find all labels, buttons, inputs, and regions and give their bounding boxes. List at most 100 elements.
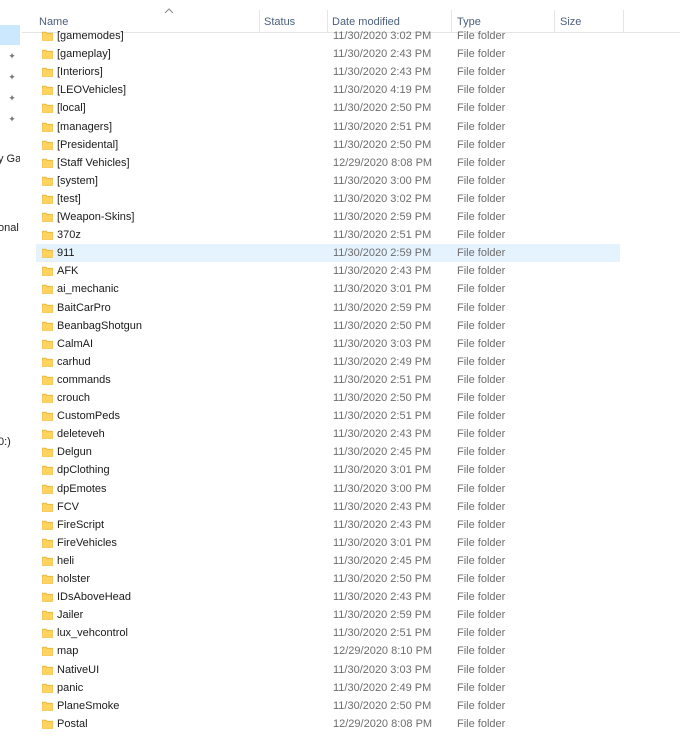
date-modified: 11/30/2020 3:01 PM [333,464,432,477]
date-modified: 11/30/2020 2:59 PM [333,211,432,223]
file-row[interactable]: BeanbagShotgun 11/30/2020 2:50 PM File fol… [36,317,620,335]
file-row[interactable]: FCV 11/30/2020 2:43 PM File folder [36,498,620,516]
pin-icon[interactable]: ✦ [8,93,16,103]
file-type: File folder [457,301,506,314]
date-modified: 11/30/2020 2:43 PM [333,518,432,531]
file-row[interactable]: [system] 11/30/2020 3:00 PM File folder [36,172,620,190]
date-modified: 11/30/2020 2:43 PM [333,591,432,604]
date-modified: 12/29/2020 8:10 PM [333,645,433,658]
file-row[interactable]: FireScript 11/30/2020 2:43 PM File folder [36,516,620,534]
nav-item-gallery[interactable]: y Gall [0,153,20,165]
file-row[interactable]: Postal 12/29/2020 8:08 PM File folder [36,715,620,733]
file-row[interactable]: AFK 11/30/2020 2:43 PM File folder [36,262,620,280]
file-row[interactable]: CustomPeds 11/30/2020 2:51 PM File folder [36,407,620,425]
file-row[interactable]: BaitCarPro 11/30/2020 2:59 PM File folder [36,299,620,317]
nav-selected-item[interactable] [0,25,20,45]
file-name: [system] [57,174,98,187]
file-type: File folder [457,699,506,712]
file-row[interactable]: Delgun 11/30/2020 2:45 PM File folder [36,443,620,461]
date-modified: 11/30/2020 3:03 PM [333,337,432,350]
file-row[interactable]: holster 11/30/2020 2:50 PM File folder [36,570,620,588]
file-row[interactable]: lux_vehcontrol 11/30/2020 2:51 PM File fol… [36,624,620,642]
file-type: File folder [457,84,506,97]
pin-icon[interactable]: ✦ [8,114,16,124]
date-modified: 11/30/2020 2:59 PM [333,247,432,260]
nav-item-drive[interactable]: 0:) [0,436,11,448]
folder-icon [42,610,53,621]
navigation-pane[interactable]: ✦ ✦ ✦ ✦ y Gall onal 0:) [0,0,21,748]
file-row[interactable]: carhud 11/30/2020 2:49 PM File folder [36,353,620,371]
date-modified: 11/30/2020 2:43 PM [333,500,432,513]
folder-icon [42,248,53,259]
folder-icon [42,321,53,331]
file-name: dpEmotes [57,482,107,495]
file-row[interactable]: 370z 11/30/2020 2:51 PM File folder [36,226,620,244]
file-row[interactable]: heli 11/30/2020 2:45 PM File folder [36,552,620,570]
file-type: File folder [457,681,506,694]
file-type: File folder [457,66,506,79]
folder-icon [42,484,53,494]
file-row[interactable]: 911 11/30/2020 2:59 PM File folder [36,244,620,263]
file-row[interactable]: [Staff Vehicles] 12/29/2020 8:08 PM File f… [36,154,620,172]
file-row[interactable]: PlaneSmoke 11/30/2020 2:50 PM File folder [36,697,620,715]
file-type: File folder [457,518,506,531]
folder-icon [42,266,53,277]
date-modified: 11/30/2020 2:51 PM [333,229,432,242]
file-row[interactable]: Jailer 11/30/2020 2:59 PM File folder [36,606,620,624]
file-row[interactable]: IDsAboveHead 11/30/2020 2:43 PM File folde… [36,588,620,606]
file-row[interactable]: NativeUI 11/30/2020 3:03 PM File folder [36,661,620,679]
file-row[interactable]: [test] 11/30/2020 3:02 PM File folder [36,190,620,208]
file-name: 911 [57,247,75,260]
file-row[interactable]: [gameplay] 11/30/2020 2:43 PM File folder [36,45,620,63]
file-row[interactable]: [local] 11/30/2020 2:50 PM File folder [36,99,620,117]
file-row[interactable]: [Presidental] 11/30/2020 2:50 PM File fold… [36,136,620,154]
pin-icon[interactable]: ✦ [8,72,16,82]
folder-icon [42,465,53,476]
date-modified: 11/30/2020 4:19 PM [333,84,432,97]
file-row[interactable]: panic 11/30/2020 2:49 PM File folder [36,679,620,697]
file-row[interactable]: deleteveh 11/30/2020 2:43 PM File folder [36,425,620,443]
file-row[interactable]: [LEOVehicles] 11/30/2020 4:19 PM File fold… [36,81,620,99]
folder-icon [42,574,53,584]
file-type: File folder [457,410,506,423]
file-type: File folder [457,138,506,151]
date-modified: 11/30/2020 2:45 PM [333,554,432,567]
file-row[interactable]: [Weapon-Skins] 11/30/2020 2:59 PM File fol… [36,208,620,226]
file-name: NativeUI [57,663,100,676]
file-row[interactable]: CalmAI 11/30/2020 3:03 PM File folder [36,335,620,353]
file-row[interactable]: [Interiors] 11/30/2020 2:43 PM File folder [36,63,620,81]
file-type: File folder [457,30,506,42]
file-name: panic [57,681,84,694]
nav-item-personal[interactable]: onal [0,222,19,234]
file-type: File folder [457,156,506,169]
file-row[interactable]: map 12/29/2020 8:10 PM File folder [36,642,620,660]
file-row[interactable]: dpEmotes 11/30/2020 3:00 PM File folder [36,480,620,498]
file-row[interactable]: commands 11/30/2020 2:51 PM File folder [36,371,620,389]
pin-icon[interactable]: ✦ [8,51,16,61]
file-type: File folder [457,229,506,242]
file-name: crouch [57,392,91,404]
file-row[interactable]: ai_mechanic 11/30/2020 3:01 PM File folder [36,280,620,298]
folder-icon [42,538,53,548]
file-row[interactable]: [gamemodes] 11/30/2020 3:02 PM File folder [36,27,620,45]
file-type: File folder [457,265,506,278]
file-type: File folder [457,120,506,133]
date-modified: 11/30/2020 2:50 PM [333,392,432,404]
file-row[interactable]: FireVehicles 11/30/2020 3:01 PM File folde… [36,534,620,552]
file-name: AFK [57,265,79,278]
column-separator[interactable] [623,10,624,32]
folder-icon [42,701,53,711]
file-type: File folder [457,627,506,640]
folder-icon [42,85,53,96]
file-row[interactable]: [managers] 11/30/2020 2:51 PM File folder [36,118,620,136]
folder-icon [42,339,53,349]
file-row[interactable]: crouch 11/30/2020 2:50 PM File folder [36,389,620,407]
file-name: [test] [57,192,81,205]
file-row[interactable]: dpClothing 11/30/2020 3:01 PM File folder [36,461,620,479]
folder-icon [42,375,53,385]
file-name: ai_mechanic [57,283,119,296]
file-type: File folder [457,464,506,477]
date-modified: 11/30/2020 2:50 PM [333,699,432,712]
date-modified: 11/30/2020 3:02 PM [333,30,432,42]
folder-icon [42,665,53,675]
